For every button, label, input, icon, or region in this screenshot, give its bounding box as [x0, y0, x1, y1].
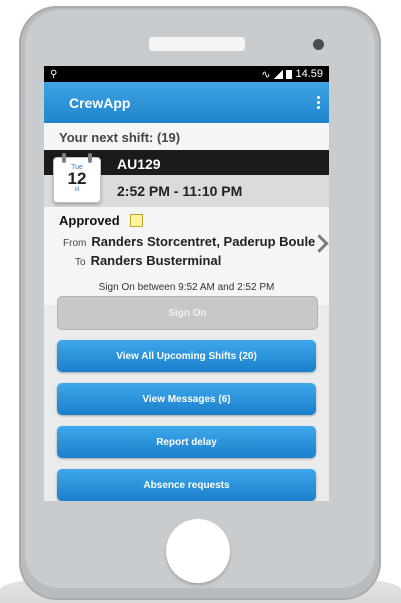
home-button[interactable]	[166, 519, 230, 583]
calendar-month: ill	[75, 187, 79, 193]
view-upcoming-shifts-button[interactable]: View All Upcoming Shifts (20)	[57, 340, 316, 372]
from-row: From Randers Storcentret, Paderup Boule	[63, 234, 315, 249]
location-icon: ⚲	[50, 68, 58, 80]
phone-screen: ⚲ ∿ 14.59 CrewApp Your next shift: (19) …	[44, 66, 329, 501]
calendar-icon: Tue 12 ill	[53, 153, 101, 203]
from-location: Randers Storcentret, Paderup Boule	[91, 234, 316, 249]
speaker-grille	[149, 37, 245, 51]
absence-requests-button[interactable]: Absence requests	[57, 469, 316, 501]
status-time: 14.59	[295, 68, 323, 80]
battery-icon	[286, 69, 293, 79]
calendar-day: 12	[67, 169, 87, 188]
view-messages-button[interactable]: View Messages (6)	[57, 383, 316, 415]
approval-status: Approved	[59, 213, 143, 228]
shift-time-row[interactable]: Tue 12 ill 2:52 PM - 11:10 PM	[44, 153, 329, 207]
app-title: CrewApp	[69, 94, 131, 111]
shift-code: AU129	[117, 156, 161, 172]
from-label: From	[63, 238, 87, 249]
approved-label: Approved	[59, 213, 120, 228]
status-bar: ⚲ ∿ 14.59	[44, 66, 329, 82]
wifi-icon: ∿	[261, 68, 271, 81]
to-location: Randers Busterminal	[90, 253, 222, 268]
shift-details[interactable]: Approved From Randers Storcentret, Paderu…	[44, 207, 329, 305]
front-camera	[313, 39, 324, 50]
signal-icon	[273, 69, 284, 79]
to-label: To	[75, 257, 86, 268]
app-bar: CrewApp	[44, 82, 329, 123]
overflow-menu-icon[interactable]	[317, 96, 320, 109]
report-delay-button[interactable]: Report delay	[57, 426, 316, 458]
to-row: To Randers Busterminal	[75, 253, 221, 268]
next-shift-heading: Your next shift: (19)	[44, 123, 329, 150]
note-icon[interactable]	[129, 214, 143, 227]
signon-window-note: Sign On between 9:52 AM and 2:52 PM	[98, 282, 275, 293]
sign-on-button[interactable]: Sign On	[57, 296, 318, 330]
shift-time: 2:52 PM - 11:10 PM	[117, 183, 243, 199]
